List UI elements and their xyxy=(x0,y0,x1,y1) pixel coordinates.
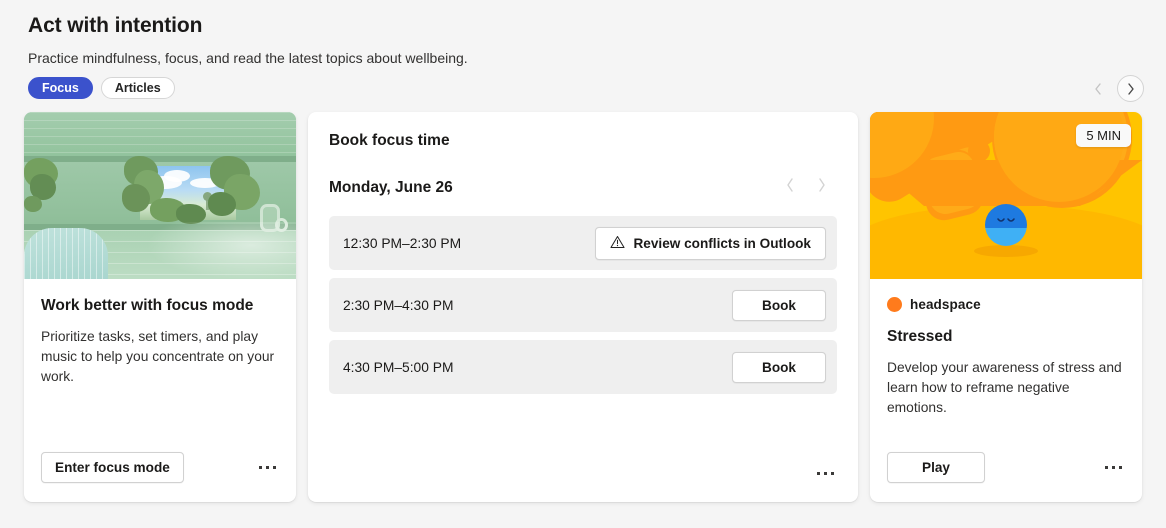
book-focus-time-body: Book focus time Monday, June 26 12:30 PM… xyxy=(308,112,858,502)
ellipsis-dot xyxy=(817,472,820,475)
headspace-logo-icon xyxy=(887,297,902,312)
ellipsis-dot xyxy=(1105,466,1108,469)
headspace-description: Develop your awareness of stress and lea… xyxy=(887,360,1122,415)
time-slot-row: 2:30 PM–4:30 PM Book xyxy=(329,278,837,332)
next-day-button[interactable] xyxy=(813,173,831,202)
review-conflicts-button[interactable]: Review conflicts in Outlook xyxy=(595,226,826,260)
review-conflicts-label: Review conflicts in Outlook xyxy=(633,235,811,251)
page-title: Act with intention xyxy=(28,14,203,37)
ellipsis-dot xyxy=(1112,466,1115,469)
focus-mode-more-button[interactable] xyxy=(253,458,282,477)
current-date-label: Monday, June 26 xyxy=(329,178,453,196)
chevron-left-icon xyxy=(785,177,795,198)
book-button[interactable]: Book xyxy=(732,351,826,383)
time-slot-row: 4:30 PM–5:00 PM Book xyxy=(329,340,837,394)
focus-mode-description: Prioritize tasks, set timers, and play m… xyxy=(41,329,275,384)
date-arrows xyxy=(781,173,831,202)
chevron-right-icon xyxy=(1126,82,1136,96)
card-book-focus-time[interactable]: Book focus time Monday, June 26 12:30 PM… xyxy=(308,112,858,502)
wellbeing-page: Act with intention Practice mindfulness,… xyxy=(0,0,1166,528)
book-focus-time-more-button[interactable] xyxy=(811,464,840,483)
slot-time-label: 2:30 PM–4:30 PM xyxy=(343,297,454,313)
carousel-next-button[interactable] xyxy=(1117,75,1144,102)
ellipsis-dot xyxy=(824,472,827,475)
cards-row: Work better with focus mode Prioritize t… xyxy=(24,112,1142,502)
carousel-nav xyxy=(1084,75,1144,102)
headspace-more-button[interactable] xyxy=(1099,458,1128,477)
tab-articles[interactable]: Articles xyxy=(100,77,175,99)
date-navigation-row: Monday, June 26 xyxy=(329,173,837,202)
enter-focus-mode-button[interactable]: Enter focus mode xyxy=(41,452,184,483)
headspace-hero-image: 5 MIN xyxy=(870,112,1142,279)
ellipsis-dot xyxy=(273,466,276,469)
previous-day-button[interactable] xyxy=(781,173,799,202)
page-subtitle: Practice mindfulness, focus, and read th… xyxy=(28,50,468,66)
book-button[interactable]: Book xyxy=(732,289,826,321)
ellipsis-dot xyxy=(266,466,269,469)
book-focus-time-footer xyxy=(811,464,840,483)
carousel-prev-button[interactable] xyxy=(1084,75,1111,102)
duration-badge: 5 MIN xyxy=(1076,124,1131,147)
time-slot-list: 12:30 PM–2:30 PM Review conflicts in Out… xyxy=(329,216,837,394)
slot-time-label: 12:30 PM–2:30 PM xyxy=(343,235,462,251)
warning-icon xyxy=(610,235,626,252)
focus-mode-footer: Enter focus mode xyxy=(41,452,282,483)
play-button[interactable]: Play xyxy=(887,452,985,483)
headspace-footer: Play xyxy=(887,452,1128,483)
chevron-left-icon xyxy=(1093,82,1103,96)
chevron-right-icon xyxy=(817,177,827,198)
ellipsis-dot xyxy=(259,466,262,469)
focus-mode-hero-image xyxy=(24,112,296,279)
ellipsis-dot xyxy=(1119,466,1122,469)
category-tabs: Focus Articles xyxy=(28,77,175,99)
focus-mode-title: Work better with focus mode xyxy=(41,297,254,314)
tab-focus[interactable]: Focus xyxy=(28,77,93,99)
ellipsis-dot xyxy=(831,472,834,475)
headspace-brand-label: headspace xyxy=(910,297,981,312)
book-focus-time-title: Book focus time xyxy=(329,132,450,149)
card-focus-mode[interactable]: Work better with focus mode Prioritize t… xyxy=(24,112,296,502)
headspace-brand: headspace xyxy=(887,297,1125,312)
time-slot-row: 12:30 PM–2:30 PM Review conflicts in Out… xyxy=(329,216,837,270)
card-headspace[interactable]: 5 MIN headspace Stressed Develop your aw… xyxy=(870,112,1142,502)
headspace-character xyxy=(985,204,1027,251)
headspace-title: Stressed xyxy=(887,328,953,345)
slot-time-label: 4:30 PM–5:00 PM xyxy=(343,359,454,375)
